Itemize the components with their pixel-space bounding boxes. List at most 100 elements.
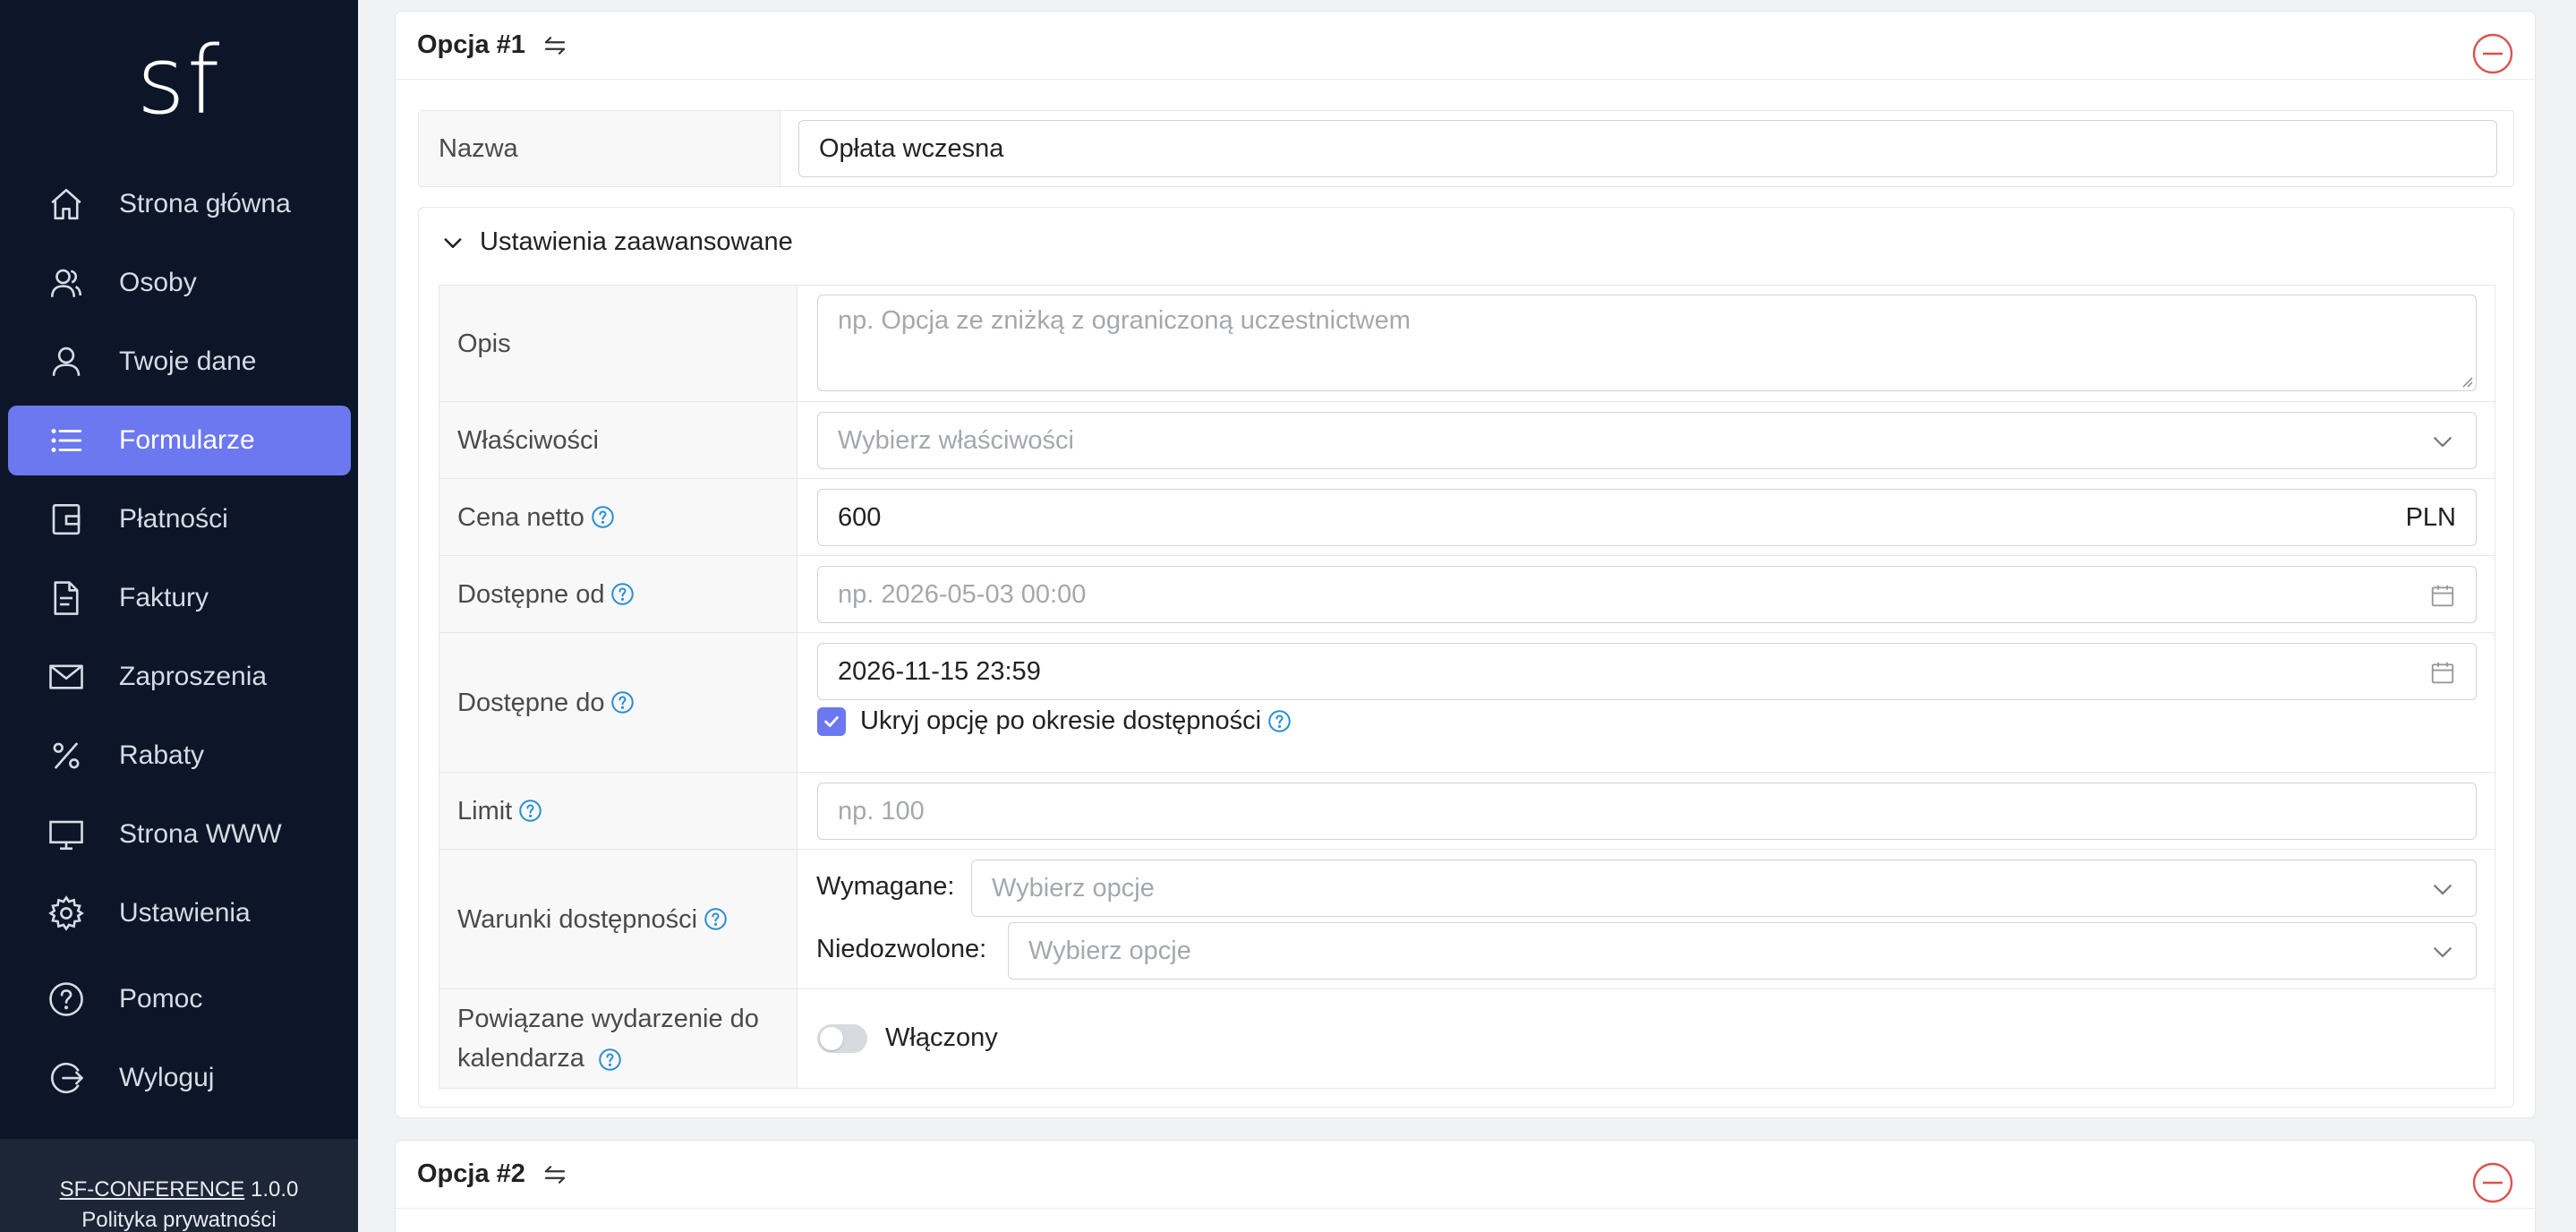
- help-icon[interactable]: [1267, 709, 1292, 733]
- sidebar-item-label: Ustawienia: [119, 898, 251, 928]
- app-version: 1.0.0: [250, 1177, 299, 1202]
- hide-after-availability-row: Ukryj opcję po okresie dostępności: [817, 706, 1292, 736]
- field-row-description: Opis np. Opcja ze zniżką z ograniczoną u…: [439, 286, 2495, 402]
- user-icon: [47, 343, 85, 381]
- availability-conditions-label-cell: Warunki dostępności: [439, 850, 798, 988]
- calendar-event-toggle[interactable]: [817, 1023, 867, 1053]
- option-title: Opcja #1: [417, 30, 525, 59]
- monitor-icon: [47, 816, 85, 853]
- available-to-input[interactable]: 2026-11-15 23:59: [817, 643, 2477, 700]
- forbidden-options-select[interactable]: Wybierz opcje: [1008, 922, 2477, 980]
- sidebar-item-invitations[interactable]: Zaproszenia: [8, 642, 351, 712]
- swap-arrows-icon[interactable]: [542, 1161, 568, 1188]
- sidebar-item-label: Pomoc: [119, 984, 203, 1014]
- swap-arrows-icon[interactable]: [542, 32, 568, 59]
- sidebar-item-label: Strona główna: [119, 189, 291, 218]
- remove-option-button[interactable]: [2472, 1162, 2513, 1203]
- field-row-available-to: Dostępne do 2026-11-15 23:59 Ukryj opcję…: [439, 633, 2495, 773]
- sidebar-item-discounts[interactable]: Rabaty: [8, 721, 351, 791]
- sidebar-item-help[interactable]: Pomoc: [8, 964, 351, 1034]
- help-icon[interactable]: [610, 582, 635, 606]
- required-label: Wymagane:: [816, 872, 955, 901]
- net-price-label: Cena netto: [457, 502, 584, 532]
- name-label: Nazwa: [419, 111, 780, 186]
- available-from-label-cell: Dostępne od: [439, 556, 798, 632]
- percent-icon: [47, 737, 85, 774]
- advanced-settings-toggle[interactable]: Ustawienia zaawansowane: [440, 227, 793, 257]
- sidebar-item-your-data[interactable]: Twoje dane: [8, 327, 351, 397]
- net-price-label-cell: Cena netto: [439, 479, 798, 555]
- help-icon[interactable]: [598, 1048, 622, 1072]
- wallet-icon: [47, 500, 85, 538]
- required-options-select[interactable]: Wybierz opcje: [971, 860, 2477, 917]
- sidebar-item-home[interactable]: Strona główna: [8, 169, 351, 239]
- field-row-calendar-event: Powiązane wydarzenie do kalendarza Włącz…: [439, 989, 2495, 1088]
- app-logo[interactable]: sf: [0, 27, 358, 134]
- calendar-event-label-cell: Powiązane wydarzenie do kalendarza: [439, 989, 798, 1088]
- hide-after-availability-label[interactable]: Ukryj opcję po okresie dostępności: [860, 706, 1261, 736]
- remove-option-button[interactable]: [2472, 33, 2513, 74]
- calendar-icon[interactable]: [2429, 582, 2456, 609]
- chevron-down-icon: [444, 237, 462, 248]
- advanced-settings-label: Ustawienia zaawansowane: [480, 227, 793, 256]
- option-card-header: Opcja #1: [396, 12, 2535, 80]
- option-card-header: Opcja #2: [396, 1141, 2535, 1209]
- net-price-value: 600: [838, 502, 882, 532]
- field-row-limit: Limit np. 100: [439, 773, 2495, 850]
- sidebar-item-invoices[interactable]: Faktury: [8, 563, 351, 633]
- option-title: Opcja #2: [417, 1159, 525, 1188]
- sidebar-item-people[interactable]: Osoby: [8, 248, 351, 318]
- checkmark-icon: [824, 715, 839, 727]
- app-version-line: SF-CONFERENCE 1.0.0: [0, 1175, 358, 1205]
- sidebar-item-forms[interactable]: Formularze: [8, 406, 351, 475]
- sidebar-item-label: Wyloguj: [119, 1063, 215, 1092]
- calendar-event-toggle-label: Włączony: [885, 1023, 998, 1052]
- sidebar-footer: SF-CONFERENCE 1.0.0 Polityka prywatności: [0, 1139, 358, 1232]
- home-icon: [47, 185, 85, 223]
- calendar-icon[interactable]: [2429, 659, 2456, 686]
- envelope-icon: [47, 658, 85, 696]
- field-row-net-price: Cena netto 600 PLN: [439, 479, 2495, 556]
- sidebar-item-label: Osoby: [119, 268, 197, 297]
- net-price-input[interactable]: 600 PLN: [817, 489, 2477, 546]
- hide-after-availability-checkbox[interactable]: [817, 706, 846, 736]
- properties-label: Właściwości: [439, 402, 798, 478]
- available-from-input[interactable]: np. 2026-05-03 00:00: [817, 566, 2477, 623]
- sidebar-item-label: Twoje dane: [119, 346, 257, 376]
- available-from-placeholder: np. 2026-05-03 00:00: [838, 579, 1087, 609]
- name-input[interactable]: Opłata wczesna: [798, 120, 2497, 177]
- limit-input[interactable]: np. 100: [817, 783, 2477, 840]
- help-icon[interactable]: [518, 799, 542, 823]
- name-row: Nazwa Opłata wczesna: [418, 110, 2514, 187]
- chevron-down-icon: [2434, 947, 2452, 958]
- description-textarea[interactable]: np. Opcja ze zniżką z ograniczoną uczest…: [817, 295, 2477, 391]
- properties-select[interactable]: Wybierz właściwości: [817, 412, 2477, 469]
- limit-label: Limit: [457, 796, 513, 826]
- field-row-availability-conditions: Warunki dostępności Wymagane: Wybierz op…: [439, 850, 2495, 989]
- calendar-event-label-line2: kalendarza: [457, 1044, 584, 1073]
- chevron-down-icon: [2434, 437, 2452, 448]
- sidebar-item-label: Płatności: [119, 504, 228, 534]
- availability-conditions-label: Warunki dostępności: [457, 904, 698, 934]
- help-icon[interactable]: [610, 690, 635, 714]
- privacy-policy-link[interactable]: Polityka prywatności: [0, 1205, 358, 1232]
- field-row-properties: Właściwości Wybierz właściwości: [439, 402, 2495, 479]
- sidebar-item-payments[interactable]: Płatności: [8, 484, 351, 554]
- sidebar-item-label: Strona WWW: [119, 819, 282, 849]
- sidebar-item-settings[interactable]: Ustawienia: [8, 878, 351, 948]
- sidebar-item-label: Formularze: [119, 425, 255, 455]
- help-icon[interactable]: [704, 907, 728, 931]
- chevron-down-icon: [2434, 885, 2452, 895]
- help-icon[interactable]: [591, 505, 615, 529]
- limit-placeholder: np. 100: [838, 796, 925, 826]
- field-row-available-from: Dostępne od np. 2026-05-03 00:00: [439, 556, 2495, 633]
- app-name-link[interactable]: SF-CONFERENCE: [60, 1177, 245, 1202]
- sidebar-item-logout[interactable]: Wyloguj: [8, 1043, 351, 1113]
- resize-handle-icon[interactable]: [2459, 373, 2473, 388]
- list-icon: [47, 422, 85, 459]
- option-card-2: Opcja #2: [395, 1140, 2536, 1232]
- sidebar-item-website[interactable]: Strona WWW: [8, 800, 351, 869]
- option-card-1: Opcja #1 Nazwa Opłata wczesna Ustawienia…: [395, 11, 2536, 1118]
- sidebar-item-label: Rabaty: [119, 740, 205, 770]
- advanced-settings-panel: Ustawienia zaawansowane Opis np. Opcja z…: [418, 207, 2514, 1108]
